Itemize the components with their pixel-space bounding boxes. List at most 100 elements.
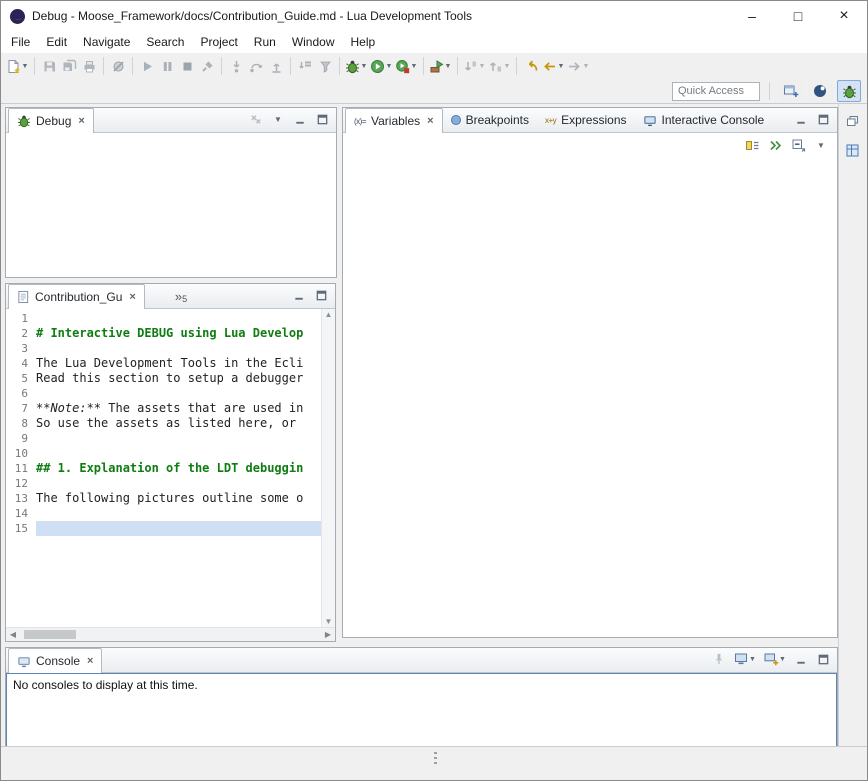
tab-console[interactable]: Console ×	[8, 648, 102, 673]
show-logical-structures-button[interactable]	[742, 135, 762, 155]
coverage-button[interactable]: ▼	[394, 55, 419, 77]
quick-access-input[interactable]	[672, 82, 760, 101]
menu-edit[interactable]: Edit	[38, 31, 75, 53]
debug-view-content[interactable]	[6, 133, 336, 277]
minimize-view-button[interactable]	[791, 109, 811, 129]
menu-project[interactable]: Project	[192, 31, 245, 53]
close-icon[interactable]: ×	[427, 116, 433, 127]
editor-line[interactable]: 1	[6, 311, 321, 326]
tab-debug[interactable]: Debug ×	[8, 108, 94, 133]
collapse-all-button[interactable]	[788, 135, 808, 155]
menu-run[interactable]: Run	[246, 31, 284, 53]
editor-vertical-scrollbar[interactable]: ▲ ▼	[321, 309, 335, 627]
minimize-view-button[interactable]	[290, 109, 310, 129]
menu-help[interactable]: Help	[343, 31, 384, 53]
editor-line[interactable]: 4The Lua Development Tools in the Ecli	[6, 356, 321, 371]
menu-navigate[interactable]: Navigate	[75, 31, 138, 53]
print-button[interactable]	[79, 55, 99, 77]
suspend-button[interactable]	[157, 55, 177, 77]
last-edit-location-button[interactable]	[521, 55, 541, 77]
restore-minimized-views-button[interactable]	[843, 111, 863, 131]
trim-drag-handle[interactable]	[434, 752, 437, 765]
step-into-button[interactable]	[226, 55, 246, 77]
console-view: Console × ▼ ▼	[5, 647, 838, 748]
use-step-filters-button[interactable]	[315, 55, 335, 77]
dropdown-icon: ▼	[557, 63, 565, 70]
close-icon[interactable]: ×	[129, 292, 135, 303]
close-icon[interactable]: ×	[87, 656, 93, 667]
open-console-button[interactable]: ▼	[761, 649, 789, 669]
debug-perspective-button[interactable]	[837, 80, 861, 102]
tab-variables[interactable]: (x)= Variables ×	[345, 108, 443, 133]
menu-file[interactable]: File	[3, 31, 38, 53]
drop-to-frame-button[interactable]	[295, 55, 315, 77]
step-return-button[interactable]	[266, 55, 286, 77]
step-over-button[interactable]	[246, 55, 266, 77]
window-maximize-button[interactable]: □	[775, 1, 821, 31]
back-button[interactable]: ▼	[541, 55, 566, 77]
editor-line[interactable]: 10	[6, 446, 321, 461]
debug-button[interactable]: ▼	[344, 55, 369, 77]
forward-button[interactable]: ▼	[566, 55, 591, 77]
remove-terminated-button[interactable]	[246, 109, 266, 129]
editor-line[interactable]: 8So use the assets as listed here, or	[6, 416, 321, 431]
close-icon[interactable]: ×	[78, 116, 84, 127]
next-annotation-button[interactable]: ▼	[462, 55, 487, 77]
editor-lines[interactable]: 12# Interactive DEBUG using Lua Develop3…	[6, 309, 321, 627]
save-all-button[interactable]	[59, 55, 79, 77]
open-perspective-button[interactable]	[779, 80, 803, 102]
run-button[interactable]: ▼	[369, 55, 394, 77]
minimized-view-button[interactable]	[843, 140, 863, 160]
view-menu-button[interactable]: ▼	[811, 135, 831, 155]
menu-window[interactable]: Window	[284, 31, 343, 53]
pin-console-button[interactable]	[709, 649, 729, 669]
scrollbar-track[interactable]	[20, 628, 321, 641]
editor-horizontal-scrollbar[interactable]: ◀ ▶	[6, 627, 335, 641]
save-button[interactable]	[39, 55, 59, 77]
editor-line[interactable]: 7**Note:** The assets that are used in	[6, 401, 321, 416]
console-content[interactable]: No consoles to display at this time.	[6, 673, 837, 747]
variables-view-content[interactable]	[343, 157, 837, 637]
display-console-button[interactable]: ▼	[731, 649, 759, 669]
disconnect-icon	[200, 59, 215, 74]
tab-breakpoints[interactable]: Breakpoints	[443, 108, 537, 132]
window-minimize-button[interactable]: –	[729, 1, 775, 31]
maximize-view-button[interactable]	[813, 649, 833, 669]
editor-line[interactable]: 2# Interactive DEBUG using Lua Develop	[6, 326, 321, 341]
editor-line[interactable]: 9	[6, 431, 321, 446]
maximize-view-button[interactable]	[813, 109, 833, 129]
maximize-view-button[interactable]	[312, 109, 332, 129]
expand-all-button[interactable]	[765, 135, 785, 155]
scroll-down-icon: ▼	[325, 617, 333, 626]
scrollbar-thumb[interactable]	[24, 630, 76, 639]
tab-contribution-guide[interactable]: Contribution_Gu ×	[8, 284, 145, 309]
view-menu-button[interactable]: ▼	[268, 109, 288, 129]
editor-line[interactable]: 5Read this section to setup a debugger	[6, 371, 321, 386]
editor-line[interactable]: 13The following pictures outline some o	[6, 491, 321, 506]
menu-bar: File Edit Navigate Search Project Run Wi…	[1, 31, 867, 53]
skip-all-breakpoints-button[interactable]	[108, 55, 128, 77]
console-message: No consoles to display at this time.	[13, 678, 198, 692]
tab-expressions[interactable]: x+y Expressions	[537, 108, 635, 132]
tab-interactive-console[interactable]: Interactive Console	[635, 108, 773, 132]
external-tools-button[interactable]: ▼	[428, 55, 453, 77]
menu-search[interactable]: Search	[138, 31, 192, 53]
maximize-view-button[interactable]	[311, 285, 331, 305]
editor-line[interactable]: 3	[6, 341, 321, 356]
hidden-editors-chevron[interactable]: »5	[175, 289, 187, 304]
editor-line[interactable]: 15	[6, 521, 321, 536]
minimize-view-button[interactable]	[791, 649, 811, 669]
terminate-button[interactable]	[177, 55, 197, 77]
editor-line[interactable]: 6	[6, 386, 321, 401]
editor-line[interactable]: 12	[6, 476, 321, 491]
previous-annotation-button[interactable]: ▼	[487, 55, 512, 77]
editor-line[interactable]: 11## 1. Explanation of the LDT debuggin	[6, 461, 321, 476]
window-close-button[interactable]: ×	[821, 1, 867, 31]
resume-button[interactable]	[137, 55, 157, 77]
minimize-view-button[interactable]	[289, 285, 309, 305]
new-wizard-button[interactable]: ▼	[5, 55, 30, 77]
disconnect-button[interactable]	[197, 55, 217, 77]
editor-line[interactable]: 14	[6, 506, 321, 521]
window-title: Debug - Moose_Framework/docs/Contributio…	[32, 9, 729, 23]
lua-perspective-button[interactable]	[808, 80, 832, 102]
